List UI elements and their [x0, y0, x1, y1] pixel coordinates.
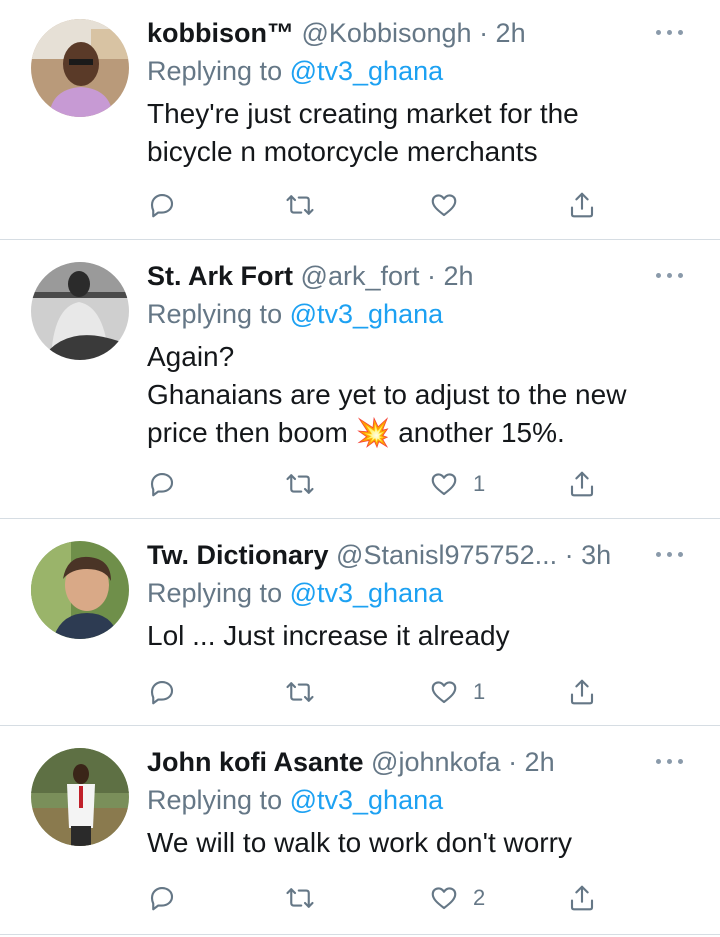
tweet-text-line: Ghanaians are yet to adjust to the new	[147, 379, 627, 410]
share-icon	[570, 885, 594, 911]
heart-icon	[431, 887, 457, 910]
share-button[interactable]	[567, 880, 597, 916]
share-icon	[570, 192, 594, 218]
action-bar: 2	[147, 880, 617, 916]
tweet-text-line: Lol ... Just increase it already	[147, 620, 510, 651]
tweet-text-line: price then boom 💥 another 15%.	[147, 417, 565, 448]
tweet-1[interactable]: kobbison™ @Kobbisongh · 2h Replying to @…	[0, 0, 720, 240]
tweet-header: St. Ark Fort @ark_fort · 2h	[147, 259, 650, 293]
replying-prefix: Replying to	[147, 56, 290, 86]
share-button[interactable]	[567, 187, 597, 223]
retweet-button[interactable]	[285, 880, 315, 916]
share-button[interactable]	[567, 674, 597, 710]
timestamp: · 3h	[564, 540, 612, 570]
retweet-button[interactable]	[285, 466, 315, 502]
tweet-3[interactable]: Tw. Dictionary @Stanisl975752... · 3h Re…	[0, 522, 720, 725]
divider	[0, 725, 720, 726]
reply-icon	[150, 886, 174, 911]
like-count: 2	[473, 885, 486, 910]
action-bar	[147, 187, 617, 223]
replying-to: Replying to @tv3_ghana	[147, 297, 443, 331]
display-name[interactable]: Tw. Dictionary	[147, 540, 329, 570]
share-icon	[570, 679, 594, 705]
avatar[interactable]	[31, 748, 129, 846]
replying-to: Replying to @tv3_ghana	[147, 576, 443, 610]
retweet-icon	[286, 682, 314, 702]
share-icon	[570, 471, 594, 497]
tweet-header: Tw. Dictionary @Stanisl975752... · 3h	[147, 538, 650, 572]
heart-icon	[431, 681, 457, 704]
heart-icon	[431, 194, 457, 217]
divider	[0, 934, 720, 935]
more-icon[interactable]	[656, 552, 686, 560]
like-button[interactable]	[429, 187, 473, 223]
like-button[interactable]: 2	[429, 880, 485, 916]
tweet-header: John kofi Asante @johnkofa · 2h	[147, 745, 650, 779]
tweet-header: kobbison™ @Kobbisongh · 2h	[147, 16, 650, 50]
more-icon[interactable]	[656, 273, 686, 281]
reply-button[interactable]	[147, 880, 177, 916]
more-icon[interactable]	[656, 30, 686, 38]
reply-icon	[150, 193, 174, 218]
heart-icon	[431, 473, 457, 496]
like-count: 1	[473, 471, 486, 496]
reply-icon	[150, 680, 174, 705]
like-button[interactable]: 1	[429, 674, 485, 710]
user-handle[interactable]: @Kobbisongh	[302, 18, 472, 48]
replying-handle-link[interactable]: @tv3_ghana	[290, 299, 444, 329]
user-handle[interactable]: @Stanisl975752...	[336, 540, 557, 570]
replying-handle-link[interactable]: @tv3_ghana	[290, 56, 444, 86]
replying-to: Replying to @tv3_ghana	[147, 783, 443, 817]
display-name[interactable]: John kofi Asante	[147, 747, 364, 777]
retweet-icon	[286, 888, 314, 908]
like-button[interactable]: 1	[429, 466, 485, 502]
replying-handle-link[interactable]: @tv3_ghana	[290, 578, 444, 608]
user-handle[interactable]: @johnkofa	[371, 747, 501, 777]
replying-prefix: Replying to	[147, 785, 290, 815]
tweet-text: We will to walk to work don't worry	[147, 824, 687, 862]
replying-prefix: Replying to	[147, 299, 290, 329]
share-button[interactable]	[567, 466, 597, 502]
retweet-button[interactable]	[285, 674, 315, 710]
tweet-text: Again? Ghanaians are yet to adjust to th…	[147, 338, 687, 452]
reply-button[interactable]	[147, 187, 177, 223]
tweet-text: Lol ... Just increase it already	[147, 617, 687, 655]
timestamp: · 2h	[427, 261, 474, 291]
display-name[interactable]: kobbison™	[147, 18, 294, 48]
retweet-button[interactable]	[285, 187, 315, 223]
like-count: 1	[473, 679, 486, 704]
divider	[0, 239, 720, 240]
tweet-text: They're just creating market for the bic…	[147, 95, 687, 171]
timestamp: · 2h	[479, 18, 526, 48]
reply-button[interactable]	[147, 466, 177, 502]
action-bar: 1	[147, 466, 617, 502]
more-icon[interactable]	[656, 759, 686, 767]
tweet-text-line: We will to walk to work don't worry	[147, 827, 572, 858]
retweet-icon	[286, 195, 314, 215]
user-handle[interactable]: @ark_fort	[301, 261, 420, 291]
tweet-text-line: Again?	[147, 341, 235, 372]
replying-to: Replying to @tv3_ghana	[147, 54, 443, 88]
reply-button[interactable]	[147, 674, 177, 710]
avatar[interactable]	[31, 262, 129, 360]
avatar[interactable]	[31, 541, 129, 639]
tweet-4[interactable]: John kofi Asante @johnkofa · 2h Replying…	[0, 729, 720, 934]
replying-handle-link[interactable]: @tv3_ghana	[290, 785, 444, 815]
display-name[interactable]: St. Ark Fort	[147, 261, 293, 291]
timestamp: · 2h	[508, 747, 555, 777]
reply-icon	[150, 472, 174, 497]
tweet-text-line: bicycle n motorcycle merchants	[147, 136, 538, 167]
replying-prefix: Replying to	[147, 578, 290, 608]
action-bar: 1	[147, 674, 617, 710]
tweet-2[interactable]: St. Ark Fort @ark_fort · 2h Replying to …	[0, 243, 720, 518]
avatar[interactable]	[31, 19, 129, 117]
divider	[0, 518, 720, 519]
retweet-icon	[286, 474, 314, 494]
tweet-text-line: They're just creating market for the	[147, 98, 579, 129]
